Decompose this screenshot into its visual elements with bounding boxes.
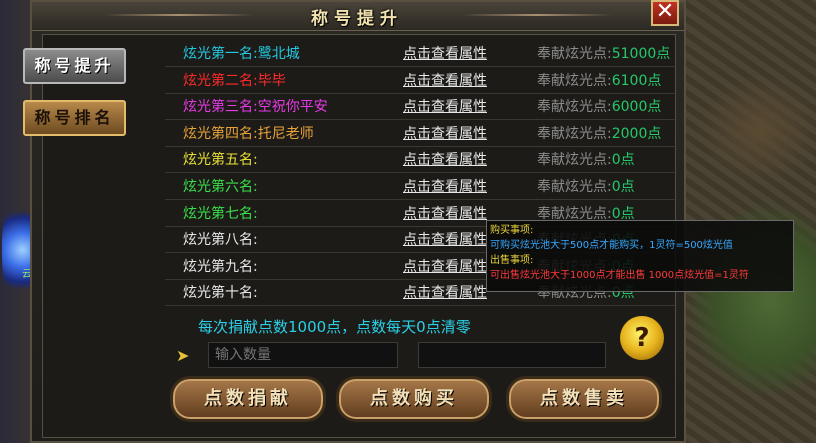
question-icon: ? xyxy=(634,323,650,353)
tooltip-buy-title: 购买事项: xyxy=(490,225,534,236)
contribution: 奉献炫光点:0点 xyxy=(537,176,635,196)
rank-name: 炫光第一名:鹭北城 xyxy=(183,46,300,62)
contribution: 奉献炫光点:0点 xyxy=(537,149,635,169)
rank-name: 炫光第七名: xyxy=(183,205,258,222)
contribution-value: 2000点 xyxy=(611,125,662,142)
tab-title-ranking[interactable]: 称号排名 xyxy=(23,100,126,136)
contribution-label: 奉献炫光点: xyxy=(537,179,612,195)
buy-button[interactable]: 点数购买 xyxy=(336,376,492,422)
view-attributes-link[interactable]: 点击查看属性 xyxy=(403,203,487,223)
contribution-value: 0点 xyxy=(611,152,635,169)
contribution: 奉献炫光点:51000点 xyxy=(537,43,670,63)
secondary-field[interactable] xyxy=(418,342,606,368)
donation-notice: 每次捐献点数1000点，点数每天0点清零 xyxy=(198,318,471,336)
ranking-row: 炫光第三名:空祝你平安 点击查看属性 奉献炫光点:6000点 xyxy=(165,93,677,121)
contribution-label: 奉献炫光点: xyxy=(537,72,612,89)
ranking-row: 炫光第四名:托尼老师 点击查看属性 奉献炫光点:2000点 xyxy=(165,120,677,147)
rank-name: 炫光第四名:托尼老师 xyxy=(183,125,314,142)
view-attributes-link[interactable]: 点击查看属性 xyxy=(403,282,487,302)
rank-name: 炫光第二名:毕毕 xyxy=(183,72,286,89)
ranking-row: 炫光第五名: 点击查看属性 奉献炫光点:0点 xyxy=(165,146,677,174)
tooltip-sell-title: 出售事项: xyxy=(490,255,534,266)
view-attributes-link[interactable]: 点击查看属性 xyxy=(403,149,487,169)
quantity-input[interactable] xyxy=(208,342,398,368)
ranking-row: 炫光第六名: 点击查看属性 奉献炫光点:0点 xyxy=(165,173,677,200)
view-attributes-link[interactable]: 点击查看属性 xyxy=(403,123,487,143)
titlebar: 称号提升 xyxy=(32,2,684,31)
view-attributes-link[interactable]: 点击查看属性 xyxy=(403,176,487,196)
rank-name: 炫光第六名: xyxy=(183,179,258,195)
contribution: 奉献炫光点:6000点 xyxy=(537,96,661,116)
tooltip-sell-text: 可出售炫光池大于1000点才能出售 1000点炫光值=1灵符 xyxy=(490,270,749,281)
tab-title-upgrade[interactable]: 称号提升 xyxy=(23,48,126,84)
arrow-right-icon: ➤ xyxy=(176,346,190,365)
view-attributes-link[interactable]: 点击查看属性 xyxy=(403,70,487,90)
contribution-label: 奉献炫光点: xyxy=(537,99,612,116)
title-ornament-left xyxy=(104,14,254,16)
rank-name: 炫光第八名: xyxy=(183,232,258,249)
donate-button[interactable]: 点数捐献 xyxy=(170,376,326,422)
view-attributes-link[interactable]: 点击查看属性 xyxy=(403,96,487,116)
close-icon: ✕ xyxy=(655,0,675,24)
trade-tooltip: 购买事项: 可购买炫光池大于500点才能购买，1灵符=500炫光值 出售事项: … xyxy=(486,220,794,292)
sell-button[interactable]: 点数售卖 xyxy=(506,376,662,422)
close-button[interactable]: ✕ xyxy=(651,0,679,26)
contribution: 奉献炫光点:2000点 xyxy=(537,123,661,143)
contribution-value: 51000点 xyxy=(611,46,671,62)
title-ornament-right xyxy=(462,14,612,16)
tooltip-buy-text: 可购买炫光池大于500点才能购买，1灵符=500炫光值 xyxy=(490,240,733,251)
view-attributes-link[interactable]: 点击查看属性 xyxy=(403,43,487,63)
contribution-value: 6100点 xyxy=(611,72,662,89)
window-title: 称号提升 xyxy=(311,9,403,29)
contribution: 奉献炫光点:6100点 xyxy=(537,70,661,90)
rank-name: 炫光第三名:空祝你平安 xyxy=(183,99,328,116)
rank-name: 炫光第九名: xyxy=(183,258,258,275)
view-attributes-link[interactable]: 点击查看属性 xyxy=(403,229,487,249)
ranking-row: 炫光第二名:毕毕 点击查看属性 奉献炫光点:6100点 xyxy=(165,67,677,94)
rank-name: 炫光第五名: xyxy=(183,152,258,169)
contribution-value: 6000点 xyxy=(611,99,662,116)
help-button[interactable]: ? xyxy=(620,316,664,360)
contribution-label: 奉献炫光点: xyxy=(537,125,612,142)
contribution-label: 奉献炫光点: xyxy=(537,46,612,62)
ranking-row: 炫光第一名:鹭北城 点击查看属性 奉献炫光点:51000点 xyxy=(165,40,677,67)
view-attributes-link[interactable]: 点击查看属性 xyxy=(403,256,487,276)
rank-name: 炫光第十名: xyxy=(183,285,258,302)
contribution-value: 0点 xyxy=(611,179,635,195)
contribution-label: 奉献炫光点: xyxy=(537,152,612,169)
